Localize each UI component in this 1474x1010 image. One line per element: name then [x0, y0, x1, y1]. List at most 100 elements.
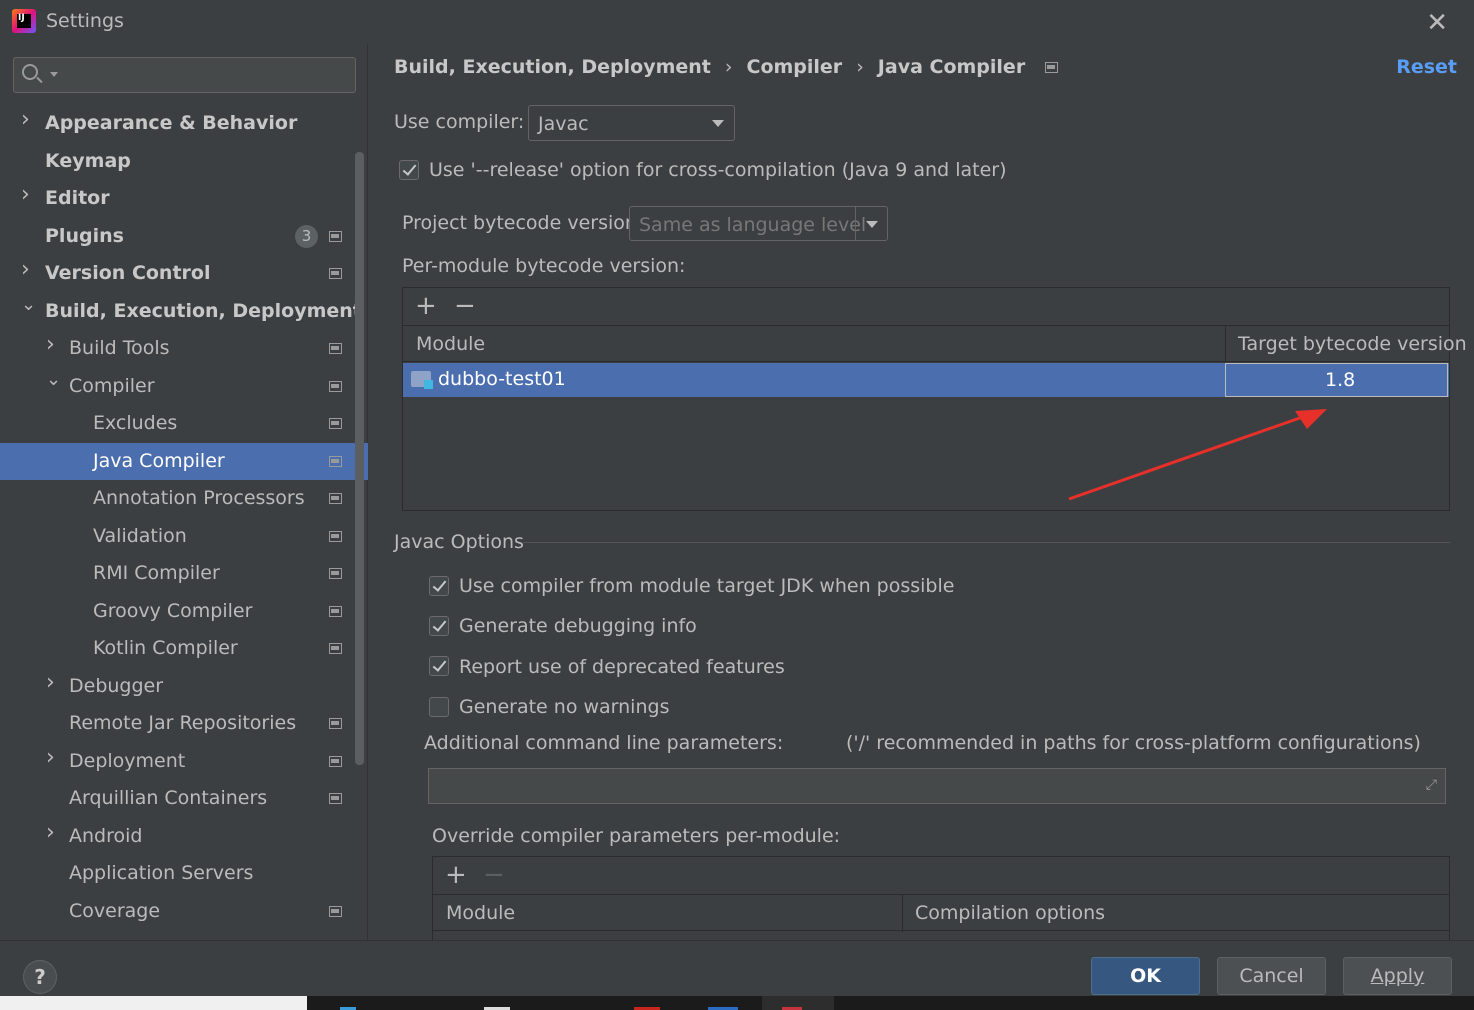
breadcrumb-item: Compiler — [746, 56, 843, 78]
chevron-down-icon[interactable]: ⌄ — [21, 295, 36, 313]
project-level-icon — [329, 793, 342, 804]
no-warnings-label: Generate no warnings — [459, 696, 670, 718]
dialog-footer: ? OK Cancel Apply — [0, 940, 1474, 996]
debug-info-checkbox[interactable] — [429, 616, 449, 636]
taskbar-search-area[interactable] — [0, 996, 307, 1010]
additional-params-field[interactable]: ⤢ — [428, 768, 1446, 804]
search-input[interactable] — [60, 62, 340, 88]
sidebar-item-build-tools[interactable]: › Build Tools — [0, 330, 368, 368]
project-level-icon — [329, 530, 342, 542]
search-history-dropdown-icon[interactable] — [50, 72, 58, 77]
column-header-target-version[interactable]: Target bytecode version — [1238, 333, 1467, 355]
sidebar-item-label: Kotlin Compiler — [93, 637, 238, 659]
sidebar-item-label: Appearance & Behavior — [45, 112, 298, 134]
sidebar-item-debugger[interactable]: › Debugger — [0, 668, 368, 706]
reset-link[interactable]: Reset — [1396, 56, 1457, 78]
sidebar-item-android[interactable]: › Android — [0, 818, 368, 856]
override-params-label: Override compiler parameters per-module: — [432, 825, 841, 847]
use-module-jdk-label: Use compiler from module target JDK when… — [459, 575, 955, 597]
use-module-jdk-checkbox[interactable] — [429, 576, 449, 596]
column-header-module[interactable]: Module — [446, 902, 515, 924]
project-level-icon — [329, 568, 342, 579]
sidebar-item-plugins[interactable]: Plugins 3 — [0, 218, 368, 256]
chevron-down-icon[interactable]: ⌄ — [46, 370, 61, 388]
column-header-compilation-options[interactable]: Compilation options — [915, 902, 1105, 924]
sidebar-item-validation[interactable]: Validation — [0, 518, 368, 556]
sidebar-item-compiler[interactable]: ⌄ Compiler — [0, 368, 368, 406]
help-icon[interactable]: ? — [23, 960, 57, 994]
intellij-app-icon: IJ — [12, 9, 36, 33]
sidebar-item-label: Deployment — [69, 749, 186, 772]
sidebar-item-label: Groovy Compiler — [93, 599, 253, 622]
project-level-icon — [329, 343, 342, 354]
breadcrumb-separator-icon: › — [724, 56, 733, 78]
project-level-icon — [329, 418, 342, 429]
title-bar: IJ Settings ✕ — [0, 0, 1474, 44]
sidebar-item-appearance-behavior[interactable]: › Appearance & Behavior — [0, 105, 368, 143]
sidebar-item-label: Editor — [45, 187, 110, 209]
table-row[interactable]: dubbo-test01 1.8 — [403, 363, 1449, 397]
sidebar-item-remote-jar-repositories[interactable]: Remote Jar Repositories — [0, 705, 368, 743]
use-compiler-label: Use compiler: — [394, 111, 525, 133]
sidebar-item-java-compiler[interactable]: Java Compiler — [0, 442, 368, 480]
chevron-right-icon[interactable]: › — [46, 334, 60, 356]
sidebar-item-groovy-compiler[interactable]: Groovy Compiler — [0, 593, 368, 631]
add-icon[interactable]: + — [445, 860, 467, 890]
project-bytecode-select[interactable]: Same as language level — [629, 206, 888, 241]
sidebar-item-label: Android — [69, 824, 143, 847]
chevron-right-icon[interactable]: › — [46, 746, 60, 768]
module-folder-icon — [411, 371, 433, 389]
column-divider[interactable] — [1225, 326, 1226, 363]
sidebar-item-label: Compiler — [69, 374, 155, 397]
project-level-icon — [329, 455, 342, 467]
ok-button[interactable]: OK — [1091, 957, 1200, 995]
search-box[interactable] — [13, 57, 356, 93]
sidebar-scrollbar[interactable] — [355, 152, 364, 765]
add-icon[interactable]: + — [415, 291, 437, 321]
chevron-right-icon[interactable]: › — [21, 109, 35, 131]
chevron-right-icon[interactable]: › — [21, 259, 35, 281]
sidebar-item-version-control[interactable]: › Version Control — [0, 255, 368, 293]
sidebar-item-kotlin-compiler[interactable]: Kotlin Compiler — [0, 630, 368, 668]
annotation-arrow-line — [1068, 411, 1315, 501]
remove-icon[interactable]: − — [454, 291, 476, 321]
module-name-cell[interactable]: dubbo-test01 — [438, 368, 566, 390]
close-icon[interactable]: ✕ — [1426, 8, 1448, 38]
breadcrumb-separator-icon: › — [856, 56, 864, 78]
settings-content: Build, Execution, Deployment › Compiler … — [369, 44, 1474, 946]
chevron-right-icon[interactable]: › — [46, 821, 60, 843]
release-option-label: Use '--release' option for cross-compila… — [429, 159, 1007, 181]
sidebar-item-label: Remote Jar Repositories — [69, 712, 297, 734]
chevron-right-icon[interactable]: › — [46, 671, 60, 693]
column-header-module[interactable]: Module — [416, 333, 485, 355]
sidebar-item-excludes[interactable]: Excludes — [0, 405, 368, 443]
deprecated-features-checkbox[interactable] — [429, 656, 449, 676]
column-divider[interactable] — [902, 895, 903, 932]
cancel-button[interactable]: Cancel — [1217, 957, 1326, 995]
use-compiler-select[interactable]: Javac — [528, 105, 735, 141]
sidebar-item-application-servers[interactable]: Application Servers — [0, 855, 368, 893]
no-warnings-checkbox[interactable] — [429, 697, 449, 717]
apply-button[interactable]: Apply — [1343, 957, 1452, 995]
sidebar-item-build-execution-deployment[interactable]: ⌄ Build, Execution, Deployment — [0, 293, 368, 331]
sidebar-item-deployment[interactable]: › Deployment — [0, 743, 368, 781]
project-bytecode-label: Project bytecode version: — [402, 212, 644, 234]
sidebar-item-label: Build, Execution, Deployment — [45, 299, 362, 322]
additional-params-hint: ('/' recommended in paths for cross-plat… — [846, 732, 1421, 754]
sidebar-item-label: Debugger — [69, 674, 164, 697]
project-level-icon — [329, 905, 342, 917]
chevron-right-icon[interactable]: › — [21, 184, 35, 206]
sidebar-item-rmi-compiler[interactable]: RMI Compiler — [0, 555, 368, 593]
sidebar-item-label: Validation — [93, 524, 187, 547]
release-option-checkbox[interactable] — [399, 160, 419, 180]
settings-sidebar: › Appearance & Behavior Keymap › Editor Plugi… — [0, 44, 368, 940]
sidebar-item-arquillian-containers[interactable]: Arquillian Containers — [0, 780, 368, 818]
target-version-cell[interactable]: 1.8 — [1225, 363, 1448, 397]
expand-icon[interactable]: ⤢ — [1426, 777, 1437, 793]
sidebar-item-editor[interactable]: › Editor — [0, 180, 368, 218]
sidebar-item-coverage[interactable]: Coverage — [0, 893, 368, 931]
sidebar-item-keymap[interactable]: Keymap — [0, 143, 368, 181]
javac-options-section-title: Javac Options — [394, 531, 524, 553]
breadcrumb-item: Build, Execution, Deployment — [394, 56, 711, 78]
sidebar-item-annotation-processors[interactable]: Annotation Processors — [0, 480, 368, 518]
